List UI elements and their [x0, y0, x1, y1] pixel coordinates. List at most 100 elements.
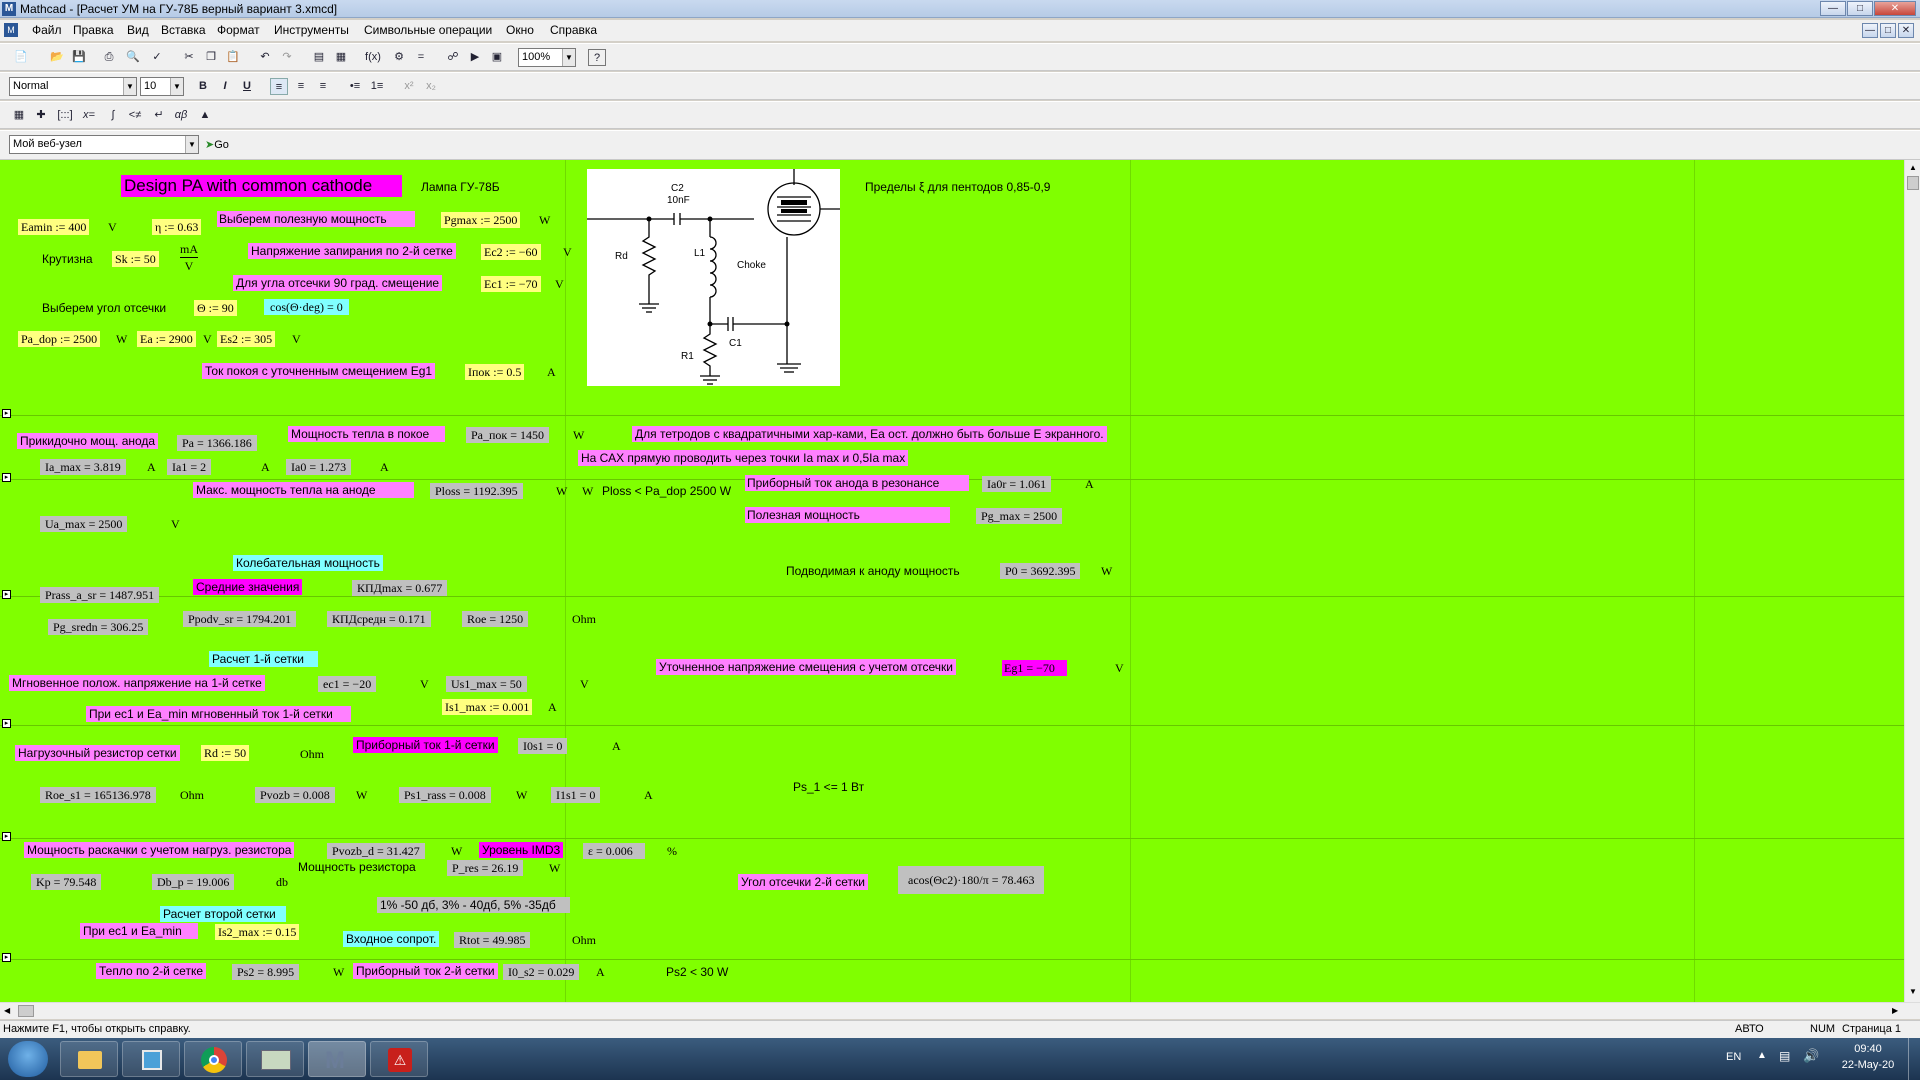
ppodv-eval[interactable]: Ppodv_sr = 1794.201	[183, 611, 297, 627]
evaluation-toolbar-icon[interactable]: x=	[80, 107, 98, 124]
sheet-title[interactable]: Design PA with common cathode	[121, 175, 403, 197]
programming-toolbar-icon[interactable]: ↵	[150, 107, 168, 124]
ec1-def[interactable]: Ec1 := −70	[481, 276, 541, 292]
ps1-limit-note[interactable]: Ps_1 <= 1 Вт	[793, 779, 864, 795]
steepness-label[interactable]: Крутизна	[42, 251, 93, 267]
eamin-def[interactable]: Eamin := 400	[18, 219, 90, 235]
collapse-anchor[interactable]: ▸	[2, 590, 11, 599]
schematic-image[interactable]: C2 10nF Rd L1 Choke R1 C1	[587, 169, 840, 386]
ia-max-eval[interactable]: Ia_max = 3.819	[40, 459, 126, 475]
collapse-anchor[interactable]: ▸	[2, 409, 11, 418]
g2-angle-label[interactable]: Угол отсечки 2-й сетки	[738, 874, 868, 890]
menu-edit[interactable]: Правка	[73, 23, 114, 37]
ps2-eval[interactable]: Ps2 = 8.995	[232, 964, 300, 980]
inst-current-label[interactable]: При ec1 и Ea_min мгновенный ток 1-й сетк…	[86, 706, 351, 722]
superscript-icon[interactable]: x²	[400, 78, 418, 95]
ploss-eval[interactable]: Ploss = 1192.395	[430, 483, 523, 499]
align-center-icon[interactable]: ≡	[292, 78, 310, 95]
roe-eval[interactable]: Roe = 1250	[462, 611, 529, 627]
pvozb-d-eval[interactable]: Pvozb_d = 31.427	[327, 843, 425, 859]
volume-icon[interactable]: 🔊	[1803, 1048, 1819, 1064]
ua-max-eval[interactable]: Ua_max = 2500	[40, 516, 128, 532]
calculus-toolbar-icon[interactable]: ∫	[104, 107, 122, 124]
acos-eval[interactable]: acos(Θc2)·180/π = 78.463	[898, 866, 1045, 894]
load-res-label[interactable]: Нагрузочный резистор сетки	[15, 745, 180, 761]
bullets-icon[interactable]: •≡	[346, 78, 364, 95]
language-indicator[interactable]: EN	[1726, 1051, 1741, 1063]
epsilon-eval[interactable]: ε = 0.006	[583, 843, 645, 859]
pa-pok-eval[interactable]: Pa_пок = 1450	[466, 427, 550, 443]
eta-def[interactable]: η := 0.63	[152, 219, 202, 235]
align-left-icon[interactable]: ≡	[270, 78, 288, 95]
is1-max-def[interactable]: Is1_max := 0.001	[442, 699, 533, 715]
menu-view[interactable]: Вид	[127, 23, 149, 37]
drive-power-label[interactable]: Мощность раскачки с учетом нагруз. резис…	[24, 842, 295, 858]
help-icon[interactable]: ?	[588, 49, 606, 66]
numbering-icon[interactable]: 1≡	[368, 78, 386, 95]
prass-eval[interactable]: Prass_a_sr = 1487.951	[40, 587, 160, 603]
i1s1-eval[interactable]: I1s1 = 0	[551, 787, 601, 803]
font-size-select[interactable]: 10 ▼	[140, 77, 184, 96]
cax-note[interactable]: На САХ прямую проводить через точки Ia m…	[578, 450, 909, 466]
network-icon[interactable]: ▤	[1779, 1049, 1790, 1063]
maximize-button[interactable]: □	[1847, 1, 1873, 16]
g2-current-label[interactable]: Приборный ток 2-й сетки	[353, 963, 498, 979]
menu-help[interactable]: Справка	[550, 23, 597, 37]
inst-voltage-label[interactable]: Мгновенное полож. напряжение на 1-й сетк…	[9, 675, 265, 691]
ec2-def[interactable]: Ec2 := −60	[481, 244, 541, 260]
show-desktop-button[interactable]	[1908, 1038, 1920, 1080]
tube-label[interactable]: Лампа ГУ-78Б	[421, 179, 500, 195]
select-angle-label[interactable]: Выберем угол отсечки	[42, 300, 166, 316]
ec1-eval[interactable]: ec1 = −20	[318, 676, 377, 692]
new-icon[interactable]: 📄	[12, 49, 30, 66]
doc-minimize-button[interactable]: —	[1862, 23, 1878, 38]
insert-component-icon[interactable]: ▶	[466, 49, 484, 66]
pa-eval[interactable]: Pa = 1366.186	[177, 435, 257, 451]
explorer-taskbar-icon[interactable]	[60, 1041, 118, 1077]
cut-icon[interactable]: ✂	[180, 49, 198, 66]
subscript-icon[interactable]: x₂	[422, 78, 440, 95]
ia1-eval[interactable]: Ia1 = 2	[167, 459, 212, 475]
collapse-anchor[interactable]: ▸	[2, 473, 11, 482]
collapse-anchor[interactable]: ▸	[2, 953, 11, 962]
worksheet[interactable]: ▸ ▸ ▸ ▸ ▸ ▸ Design PA with common cathod…	[0, 160, 1904, 1002]
rtot-eval[interactable]: Rtot = 49.985	[454, 932, 531, 948]
xi-limits-note[interactable]: Пределы ξ для пентодов 0,85-0,9	[865, 179, 1050, 195]
input-res-label[interactable]: Входное сопрот.	[343, 931, 440, 947]
cutoff-g2-label[interactable]: Напряжение запирания по 2-й сетке	[248, 243, 456, 259]
imd-levels-note[interactable]: 1% -50 дб, 3% - 40дб, 5% -35дб	[377, 897, 570, 913]
greek-toolbar-icon[interactable]: αβ	[172, 107, 190, 124]
clock-date[interactable]: 22-May-20	[1832, 1059, 1904, 1071]
tetrode-note[interactable]: Для тетродов с квадратичными хар-ками, E…	[632, 426, 1107, 442]
idle-heat-label[interactable]: Мощность тепла в покое	[288, 426, 446, 442]
rd-def[interactable]: Rd := 50	[201, 745, 250, 761]
insert-hyperlink-icon[interactable]: ☍	[444, 49, 462, 66]
vertical-scrollbar[interactable]: ▲ ▼	[1904, 160, 1920, 1002]
calc-mode-indicator[interactable]: АВТО	[1735, 1023, 1764, 1035]
scroll-right-icon[interactable]: ▶	[1892, 1005, 1904, 1017]
res-power-label[interactable]: Мощность резистора	[298, 859, 416, 875]
ps1-rass-eval[interactable]: Ps1_rass = 0.008	[399, 787, 491, 803]
g1-current-label[interactable]: Приборный ток 1-й сетки	[353, 737, 498, 753]
close-button[interactable]: ✕	[1874, 1, 1916, 16]
chrome-taskbar-icon[interactable]	[184, 1041, 242, 1077]
mathcad-app-icon[interactable]: M	[2, 2, 16, 16]
undo-icon[interactable]: ↶	[256, 49, 274, 66]
boolean-toolbar-icon[interactable]: <≠	[126, 107, 144, 124]
redo-icon[interactable]: ↷	[278, 49, 296, 66]
tray-expand-icon[interactable]: ▲	[1757, 1050, 1767, 1061]
menu-format[interactable]: Формат	[217, 23, 260, 37]
graph-toolbar-icon[interactable]: ✚	[32, 107, 50, 124]
scroll-left-icon[interactable]: ◀	[4, 1005, 16, 1017]
menu-symbolics[interactable]: Символьные операции	[364, 23, 492, 37]
menu-tools[interactable]: Инструменты	[274, 23, 349, 37]
open-icon[interactable]: 📂	[48, 49, 66, 66]
p0-eval[interactable]: P0 = 3692.395	[1000, 563, 1081, 579]
align-down-icon[interactable]: ▦	[332, 49, 350, 66]
imd3-label[interactable]: Уровень IMD3	[479, 842, 564, 858]
select-power-label[interactable]: Выберем полезную мощность	[217, 211, 415, 227]
refined-bias-label[interactable]: Уточненное напряжение смещения с учетом …	[656, 659, 956, 675]
hscroll-thumb[interactable]	[18, 1005, 34, 1017]
pgmax-def[interactable]: Pgmax := 2500	[441, 212, 521, 228]
i0s1-eval[interactable]: I0s1 = 0	[518, 738, 568, 754]
